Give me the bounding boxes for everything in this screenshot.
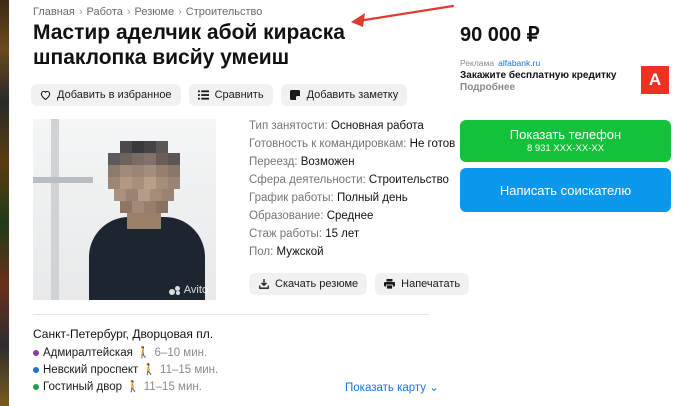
walking-icon: 🚶 [126,381,140,393]
add-note-label: Добавить заметку [306,89,399,101]
document-actions: Скачать резюме Напечатать [249,273,470,295]
show-map-label: Показать карту [345,382,427,394]
show-phone-label: Показать телефон [509,127,622,142]
ad-label-text: Реклама [460,58,495,68]
download-icon [258,279,269,290]
download-resume-button[interactable]: Скачать резюме [249,273,368,295]
detail-row-relocation: Переезд: Возможен [249,153,455,171]
detail-key: Переезд: [249,156,298,168]
detail-row-education: Образование: Среднее [249,207,455,225]
metro-line-dot [33,366,39,373]
metro-station-gostiny-dvor: Гостиный двор 🚶 11–15 мин. [33,380,202,393]
metro-line-dot [33,383,39,390]
phone-number-masked: 8 931 XXX-XX-XX [526,143,605,154]
detail-row-experience: Стаж работы: 15 лет [249,225,455,243]
add-note-button[interactable]: Добавить заметку [280,84,408,106]
chevron-down-icon: ⌄ [429,382,439,394]
metro-walk-time: 11–15 мин. [160,363,219,376]
add-favorite-button[interactable]: Добавить в избранное [31,84,181,106]
salary-price: 90 000 ₽ [460,24,540,46]
heart-icon [40,90,51,101]
walking-icon: 🚶 [136,347,151,359]
detail-key: Пол: [249,246,274,258]
breadcrumb-separator: › [178,6,182,18]
detail-value: Полный день [336,192,408,204]
avito-watermark-text: Avito [183,284,208,296]
add-favorite-label: Добавить в избранное [57,89,172,101]
print-button[interactable]: Напечатать [375,273,470,295]
detail-value: 15 лет [325,228,360,240]
breadcrumb-item-jobs[interactable]: Работа [87,6,123,18]
breadcrumb-separator: › [78,6,83,18]
detail-row-business-trips: Готовность к командировкам: Не готов [249,135,455,153]
metro-station-admiralteyskaya: Адмиралтейская 🚶 6–10 мин. [33,346,207,359]
metro-walk-time: 11–15 мин. [143,380,202,393]
download-resume-label: Скачать резюме [275,278,359,290]
ad-more-link[interactable]: Подробнее [460,82,515,93]
breadcrumb: Главная › Работа › Резюме › Строительств… [33,6,262,18]
message-applicant-label: Написать соискателю [499,182,632,198]
avito-watermark: Avito [168,284,208,296]
detail-value: Мужской [276,246,324,258]
section-divider [33,314,429,315]
ad-site-link[interactable]: alfabank.ru [498,58,540,68]
detail-value: Не готов [409,138,456,150]
metro-station-name: Адмиралтейская [43,346,133,359]
message-applicant-button[interactable]: Написать соискателю [460,168,671,212]
detail-key: Образование: [249,210,324,222]
page-title: Мастир аделчик абой кираска шпаклопка ви… [33,21,345,69]
metro-station-name: Невский проспект [43,363,139,376]
detail-row-field: Сфера деятельности: Строительство [249,171,455,189]
metro-walk-time: 6–10 мин. [154,346,208,359]
print-label: Напечатать [401,278,461,290]
metro-station-name: Гостиный двор [43,380,123,393]
ad-title[interactable]: Закажите бесплатную кредитку [460,70,616,81]
ad-label: Реклама alfabank.ru [460,58,540,68]
detail-key: Сфера деятельности: [249,174,366,186]
metro-station-nevsky: Невский проспект 🚶 11–15 мин. [33,363,218,376]
metro-line-dot [33,349,39,356]
detail-key: Готовность к командировкам: [249,138,407,150]
detail-row-schedule: График работы: Полный день [249,189,455,207]
resume-actions: Добавить в избранное Сравнить Добавить з… [31,84,408,106]
breadcrumb-item-home[interactable]: Главная [33,6,75,18]
compare-button[interactable]: Сравнить [188,84,273,106]
show-phone-button[interactable]: Показать телефон 8 931 XXX-XX-XX [460,120,671,162]
alfabank-logo-icon[interactable]: А [641,66,669,94]
breadcrumb-separator: › [126,6,131,18]
detail-key: Стаж работы: [249,228,322,240]
note-icon [290,90,301,101]
photo-shelf [33,177,93,183]
resume-details: Тип занятости: Основная работа Готовност… [249,117,455,261]
detail-row-gender: Пол: Мужской [249,243,455,261]
pixelated-face [108,141,180,221]
detail-value: Строительство [368,174,449,186]
breadcrumb-item-construction[interactable]: Строительство [186,6,263,18]
alfabank-logo-letter: А [648,70,662,89]
compare-label: Сравнить [214,89,264,101]
walking-icon: 🚶 [142,364,157,376]
printer-icon [384,279,396,290]
resume-photo[interactable]: Avito [33,119,216,300]
avito-logo-icon [168,285,181,295]
location-address: Санкт-Петербург, Дворцовая пл. [33,327,214,341]
compare-list-icon [197,90,209,101]
detail-row-employment: Тип занятости: Основная работа [249,117,455,135]
background-window-edge [0,0,9,406]
show-map-link[interactable]: Показать карту ⌄ [345,380,439,394]
detail-value: Среднее [326,210,374,222]
detail-value: Основная работа [331,120,424,132]
photo-pipe [51,119,59,300]
detail-key: График работы: [249,192,334,204]
breadcrumb-item-resumes[interactable]: Резюме [135,6,175,18]
detail-value: Возможен [300,156,355,168]
detail-key: Тип занятости: [249,120,328,132]
